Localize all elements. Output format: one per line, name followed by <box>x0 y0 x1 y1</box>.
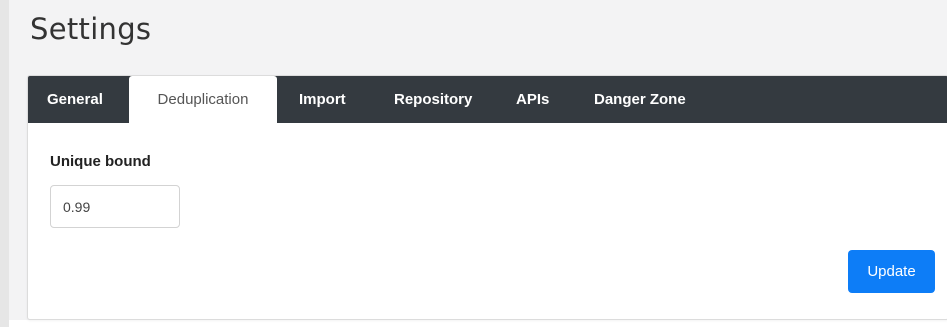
tab-danger-zone[interactable]: Danger Zone <box>594 76 686 123</box>
left-edge <box>0 0 9 327</box>
tab-deduplication[interactable]: Deduplication <box>129 76 277 123</box>
unique-bound-input[interactable] <box>50 185 180 228</box>
tab-general[interactable]: General <box>47 76 103 123</box>
update-button[interactable]: Update <box>848 250 935 293</box>
tab-repository[interactable]: Repository <box>394 76 472 123</box>
settings-card: General Deduplication Import Repository … <box>27 75 947 320</box>
page-title: Settings <box>30 12 152 46</box>
settings-tab-bar: General Deduplication Import Repository … <box>28 76 947 123</box>
tab-apis[interactable]: APIs <box>516 76 549 123</box>
tab-import[interactable]: Import <box>299 76 346 123</box>
unique-bound-label: Unique bound <box>50 153 151 170</box>
settings-page: Settings General Deduplication Import Re… <box>0 0 947 327</box>
